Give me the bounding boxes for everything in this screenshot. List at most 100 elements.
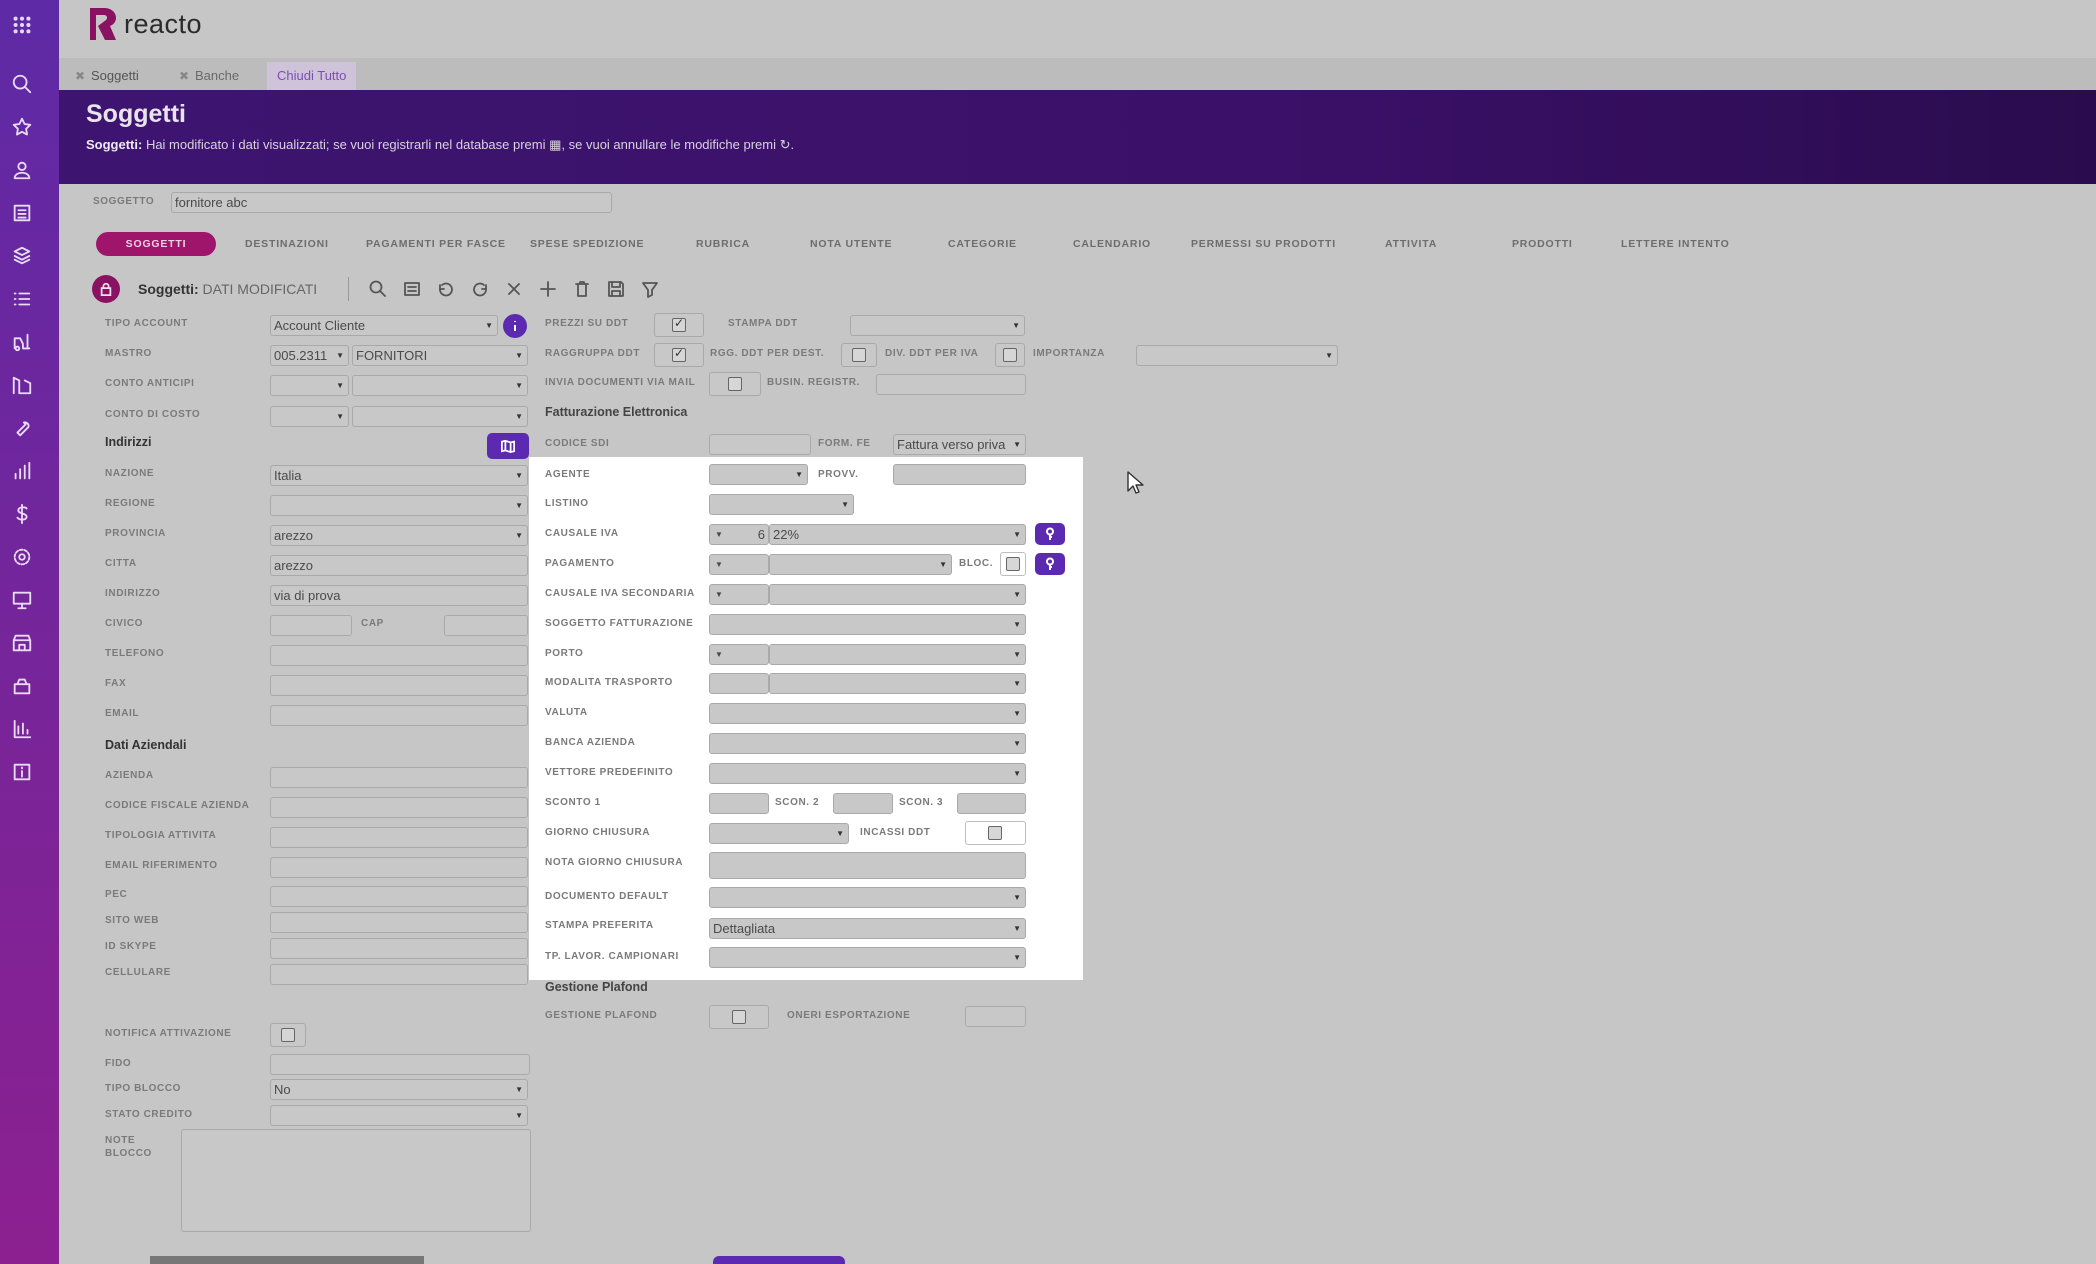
porto-select[interactable] [769,644,1026,665]
wrench-icon[interactable] [10,416,34,440]
tp-lavor-campionari-select[interactable] [709,947,1026,968]
list-document-icon[interactable] [10,201,34,225]
valuta-select[interactable] [709,703,1026,724]
dollar-icon[interactable] [10,502,34,526]
causale-iva-code-select[interactable]: ▼ 6 [709,524,769,545]
provincia-select[interactable]: arezzo [270,525,528,546]
raggruppa-ddt-checkbox[interactable] [672,346,686,362]
tipo-account-select[interactable]: Account Cliente [270,315,498,336]
apps-grid-icon[interactable] [10,13,34,37]
stampa-preferita-select[interactable]: Dettagliata [709,918,1026,939]
prezzi-su-ddt-toggle[interactable] [654,313,704,337]
tab-lettere-intento[interactable]: LETTERE INTENTO [1621,232,1730,256]
oneri-esportazione-input[interactable] [965,1006,1026,1027]
map-icon[interactable] [487,433,529,459]
div-ddt-per-iva-checkbox[interactable] [1003,348,1017,362]
regione-select[interactable] [270,495,528,516]
codice-fiscale-input[interactable] [270,797,528,818]
close-all-tabs-button[interactable]: Chiudi Tutto [267,62,357,90]
form-fe-select[interactable]: Fattura verso priva [893,434,1026,455]
gestione-plafond-checkbox[interactable] [732,1010,746,1024]
conto-di-costo-select[interactable] [352,406,528,427]
notifica-attivazione-toggle[interactable] [270,1023,306,1047]
trash-icon[interactable] [572,279,592,299]
stampa-ddt-select[interactable] [850,315,1025,336]
boxes-icon[interactable] [10,244,34,268]
prezzi-su-ddt-checkbox[interactable] [672,316,686,332]
busin-registr-input[interactable] [876,374,1026,395]
star-icon[interactable] [10,115,34,139]
listino-select[interactable] [709,494,854,515]
incassi-ddt-checkbox[interactable] [988,826,1002,840]
causale-iva-secondaria-select[interactable] [769,584,1026,605]
close-icon[interactable]: ✖ [75,62,85,90]
tab-nota-utente[interactable]: NOTA UTENTE [810,232,892,256]
tipologia-attivita-input[interactable] [270,827,528,848]
provv-input[interactable] [893,464,1026,485]
modalita-trasporto-code-input[interactable] [709,673,769,694]
mastro-code-select[interactable]: 005.2311 [270,345,349,366]
app-logo[interactable]: reacto [90,8,202,40]
raggruppa-ddt-toggle[interactable] [654,343,704,367]
chart-bar-icon[interactable] [10,459,34,483]
bloc-toggle[interactable] [1000,552,1026,576]
tab-permessi-su-prodotti[interactable]: PERMESSI SU PRODOTTI [1191,232,1336,256]
key-icon[interactable] [1035,523,1065,545]
cap-input[interactable] [444,615,528,636]
sito-web-input[interactable] [270,912,528,933]
list-view-icon[interactable] [402,279,422,299]
add-icon[interactable] [538,279,558,299]
gear-icon[interactable] [10,545,34,569]
tab-banche[interactable]: ✖ Banche [173,62,239,90]
warehouse-icon[interactable] [10,373,34,397]
user-icon[interactable] [10,158,34,182]
nazione-select[interactable]: Italia [270,465,528,486]
importanza-select[interactable] [1136,345,1338,366]
bloc-checkbox[interactable] [1006,557,1020,571]
invia-documenti-checkbox[interactable] [728,377,742,391]
tab-soggetti[interactable]: ✖ Soggetti [69,62,139,90]
sconto-2-input[interactable] [833,793,893,814]
conto-di-costo-code-select[interactable] [270,406,349,427]
list-icon[interactable] [10,287,34,311]
forklift-icon[interactable] [10,330,34,354]
filter-icon[interactable] [640,279,660,299]
sconto-3-input[interactable] [957,793,1026,814]
vettore-predefinito-select[interactable] [709,763,1026,784]
lock-icon[interactable] [92,275,120,303]
banca-azienda-select[interactable] [709,733,1026,754]
tipo-blocco-select[interactable]: No [270,1079,528,1100]
note-blocco-textarea[interactable] [181,1129,531,1232]
gestione-plafond-toggle[interactable] [709,1005,769,1029]
info-icon[interactable] [503,314,527,338]
porto-code-select[interactable]: ▼ [709,644,769,665]
conto-anticipi-code-select[interactable] [270,375,349,396]
chart-columns-icon[interactable] [10,717,34,741]
soggetto-fatturazione-select[interactable] [709,614,1026,635]
nota-giorno-chiusura-input[interactable] [709,852,1026,879]
sconto-1-input[interactable] [709,793,769,814]
invia-documenti-toggle[interactable] [709,372,761,396]
tab-prodotti[interactable]: PRODOTTI [1512,232,1573,256]
store-icon[interactable] [10,631,34,655]
modalita-trasporto-select[interactable] [769,673,1026,694]
fax-input[interactable] [270,675,528,696]
undo-icon[interactable] [436,279,456,299]
incassi-ddt-toggle[interactable] [965,821,1026,845]
id-skype-input[interactable] [270,938,528,959]
causale-iva-select[interactable]: 22% [769,524,1026,545]
save-icon[interactable] [606,279,626,299]
pagamento-code-select[interactable]: ▼ [709,554,769,575]
tab-categorie[interactable]: CATEGORIE [948,232,1017,256]
rgg-ddt-per-dest-checkbox[interactable] [852,348,866,362]
redo-icon[interactable] [470,279,490,299]
rgg-ddt-per-dest-toggle[interactable] [841,343,877,367]
pagamento-select[interactable] [769,554,952,575]
cellulare-input[interactable] [270,964,528,985]
key-icon[interactable] [1035,553,1065,575]
pec-input[interactable] [270,886,528,907]
info-icon[interactable] [10,760,34,784]
causale-iva-secondaria-code-select[interactable]: ▼ [709,584,769,605]
citta-input[interactable]: arezzo [270,555,528,576]
tab-attivita[interactable]: ATTIVITA [1385,232,1437,256]
